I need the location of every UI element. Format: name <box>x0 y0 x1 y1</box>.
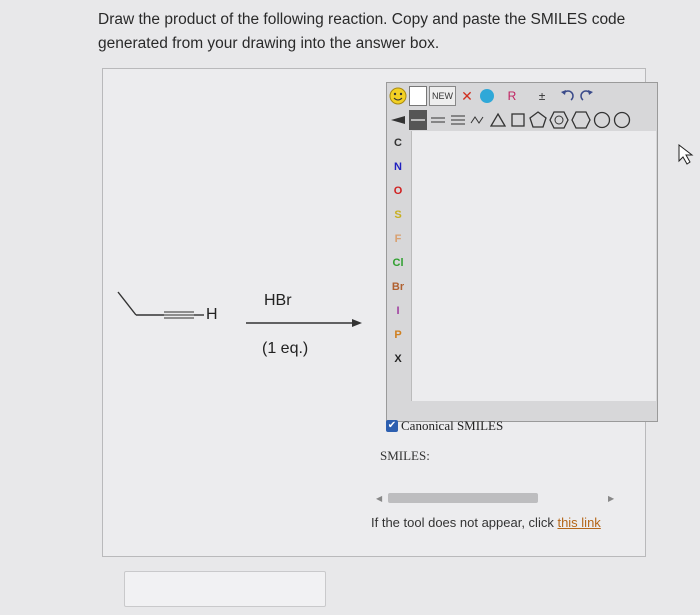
reactant-structure <box>117 291 362 327</box>
tool-note: If the tool does not appear, click this … <box>371 514 611 532</box>
reagent-label: HBr <box>264 292 292 309</box>
canonical-smiles-checkbox[interactable]: ✔ <box>386 420 398 432</box>
r-group-button[interactable]: R <box>498 86 526 106</box>
cyclobutane-icon[interactable] <box>509 110 527 130</box>
atom-button-c[interactable]: C <box>394 131 402 155</box>
charge-button[interactable]: ± <box>528 86 556 106</box>
toolbar-row-1: NEW ✕ R ± <box>389 85 598 107</box>
atom-button-p[interactable]: P <box>394 323 401 347</box>
smiles-label: SMILES: <box>380 448 430 463</box>
canonical-smiles-label: Canonical SMILES <box>401 418 504 433</box>
double-bond-icon[interactable] <box>429 110 447 130</box>
cycloheptane-icon[interactable] <box>593 110 611 130</box>
wedge-bond-icon[interactable] <box>389 110 407 130</box>
scroll-right-icon[interactable]: ▶ <box>608 494 614 503</box>
horizontal-scrollbar[interactable]: ◀ ▶ <box>376 491 618 505</box>
single-bond-icon[interactable] <box>409 110 427 130</box>
smiley-icon[interactable] <box>389 86 407 106</box>
redo-icon[interactable] <box>578 86 596 106</box>
structure-editor[interactable]: NEW ✕ R ± C N O S F Cl Br I P X <box>386 82 658 422</box>
scrollbar-thumb[interactable] <box>388 493 538 503</box>
benzene-icon[interactable] <box>549 110 569 130</box>
mouse-cursor-icon <box>678 144 694 165</box>
question-line-1: Draw the product of the following reacti… <box>98 11 626 28</box>
cyclopentane-icon[interactable] <box>529 110 547 130</box>
scroll-left-icon[interactable]: ◀ <box>376 494 382 503</box>
blank-icon[interactable] <box>409 86 427 106</box>
atom-button-i[interactable]: I <box>396 299 399 323</box>
answer-input[interactable] <box>124 571 326 607</box>
atom-button-s[interactable]: S <box>394 203 401 227</box>
tool-link[interactable]: this link <box>557 515 600 530</box>
tool-note-text: If the tool does not appear, click <box>371 515 558 530</box>
reaction-scheme: H HBr (1 eq.) <box>112 270 372 370</box>
toolbar-row-2 <box>389 109 633 131</box>
cyclohexane-icon[interactable] <box>571 110 591 130</box>
cyclooctane-icon[interactable] <box>613 110 631 130</box>
query-atom-icon[interactable] <box>478 86 496 106</box>
atom-button-x[interactable]: X <box>394 347 401 371</box>
atom-button-n[interactable]: N <box>394 155 402 179</box>
atom-palette: C N O S F Cl Br I P X <box>387 131 409 421</box>
triple-bond-icon[interactable] <box>449 110 467 130</box>
drawing-canvas[interactable] <box>411 131 656 401</box>
atom-button-cl[interactable]: Cl <box>393 251 404 275</box>
atom-button-o[interactable]: O <box>394 179 403 203</box>
new-button[interactable]: NEW <box>429 86 456 106</box>
question-text: Draw the product of the following reacti… <box>98 8 658 56</box>
condition-label: (1 eq.) <box>262 340 309 357</box>
undo-icon[interactable] <box>558 86 576 106</box>
atom-button-br[interactable]: Br <box>392 275 404 299</box>
atom-button-f[interactable]: F <box>395 227 402 251</box>
delete-icon[interactable]: ✕ <box>458 86 476 106</box>
terminal-h-label: H <box>206 306 218 323</box>
question-line-2: generated from your drawing into the ans… <box>98 35 440 52</box>
cyclopropane-icon[interactable] <box>489 110 507 130</box>
chain-icon[interactable] <box>469 110 487 130</box>
canonical-smiles-option[interactable]: ✔ Canonical SMILES <box>386 418 503 434</box>
